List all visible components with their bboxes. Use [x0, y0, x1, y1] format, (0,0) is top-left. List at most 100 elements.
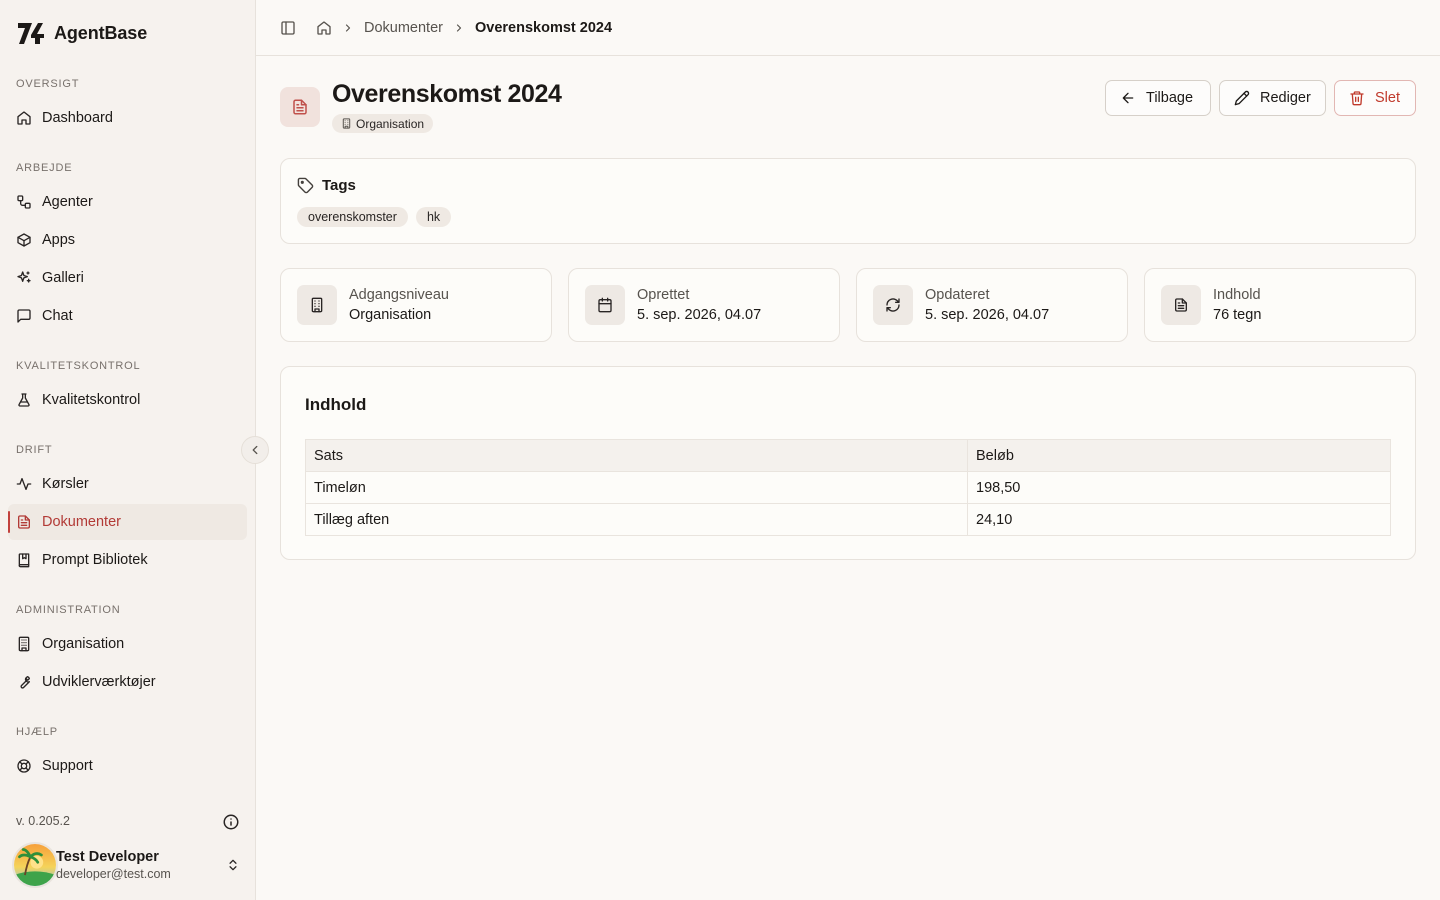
- content-card: Indhold Sats Beløb Timeløn 198,50 Tillæg…: [280, 366, 1416, 560]
- chevron-right-icon: [453, 22, 465, 34]
- file-text-icon: [16, 514, 32, 530]
- edit-button-label: Rediger: [1260, 90, 1311, 106]
- wrench-icon: [16, 674, 32, 690]
- back-button[interactable]: Tilbage: [1105, 80, 1211, 116]
- sidebar-item-organisation[interactable]: Organisation: [8, 626, 247, 662]
- brand[interactable]: AgentBase: [16, 20, 147, 46]
- sidebar-item-label: Organisation: [42, 636, 125, 652]
- sidebar-item-label: Prompt Bibliotek: [42, 552, 148, 568]
- panel-left-icon[interactable]: [280, 20, 296, 36]
- tag-icon: [297, 177, 314, 194]
- delete-button[interactable]: Slet: [1334, 80, 1416, 116]
- back-button-label: Tilbage: [1146, 90, 1194, 106]
- trash-icon: [1349, 90, 1365, 106]
- stat-card-oprettet: Oprettet 5. sep. 2026, 04.07: [568, 268, 840, 342]
- breadcrumb: Dokumenter Overenskomst 2024: [316, 20, 612, 36]
- content-table: Sats Beløb Timeløn 198,50 Tillæg aften 2…: [305, 439, 1391, 536]
- user-name: Test Developer: [56, 849, 159, 865]
- stat-card-adgangsniveau: Adgangsniveau Organisation: [280, 268, 552, 342]
- tags-heading-label: Tags: [322, 177, 356, 194]
- table-header-row: Sats Beløb: [305, 439, 1391, 472]
- table-row: Tillæg aften 24,10: [305, 503, 1391, 536]
- section-label-oversigt: OVERSIGT: [16, 78, 80, 90]
- table-cell: Timeløn: [305, 471, 968, 504]
- agentbase-logo-icon: [16, 20, 46, 46]
- sidebar-item-apps[interactable]: Apps: [8, 222, 247, 258]
- box-icon: [16, 232, 32, 248]
- sidebar-item-label: Support: [42, 758, 93, 774]
- content-heading: Indhold: [305, 395, 367, 414]
- info-icon[interactable]: [222, 813, 240, 831]
- sparkles-icon: [16, 270, 32, 286]
- sidebar-item-galleri[interactable]: Galleri: [8, 260, 247, 296]
- stat-value: 76 tegn: [1213, 307, 1262, 323]
- chevron-left-icon: [248, 443, 262, 457]
- sidebar-item-label: Kørsler: [42, 476, 89, 492]
- chevron-right-icon: [342, 22, 354, 34]
- document-icon-box: [280, 87, 320, 127]
- sidebar: AgentBase OVERSIGT Dashboard ARBEJDE Age…: [0, 0, 256, 900]
- edit-button[interactable]: Rediger: [1219, 80, 1326, 116]
- sidebar-item-label: Dokumenter: [42, 514, 121, 530]
- sidebar-item-koersler[interactable]: Kørsler: [8, 466, 247, 502]
- stat-value: Organisation: [349, 307, 432, 323]
- table-row: Timeløn 198,50: [305, 471, 1391, 504]
- sidebar-item-agenter[interactable]: Agenter: [8, 184, 247, 220]
- brand-name: AgentBase: [54, 22, 148, 43]
- building-icon: [341, 118, 352, 129]
- book-icon: [16, 552, 32, 568]
- table-cell: Tillæg aften: [305, 503, 968, 536]
- user-info: Test Developer developer@test.com: [56, 848, 171, 882]
- sidebar-item-label: Agenter: [42, 194, 93, 210]
- tag-list: overenskomster hk: [297, 207, 452, 227]
- sidebar-item-dashboard[interactable]: Dashboard: [8, 100, 247, 136]
- breadcrumb-link-dokumenter[interactable]: Dokumenter: [364, 20, 443, 36]
- section-label-hjaelp: HJÆLP: [16, 726, 58, 738]
- life-buoy-icon: [16, 758, 32, 774]
- stat-value: 5. sep. 2026, 04.07: [925, 307, 1050, 323]
- workflow-icon: [16, 194, 32, 210]
- activity-icon: [16, 476, 32, 492]
- building-icon: [16, 636, 32, 652]
- sidebar-item-udviklervaerktoejer[interactable]: Udviklerværktøjer: [8, 664, 247, 700]
- section-label-kvalitetskontrol: KVALITETSKONTROL: [16, 360, 141, 372]
- access-badge: Organisation: [332, 114, 434, 133]
- column-header-beloeb: Beløb: [967, 439, 1391, 472]
- breadcrumb-current: Overenskomst 2024: [474, 19, 613, 36]
- stat-label: Adgangsniveau: [349, 287, 449, 303]
- stat-label: Opdateret: [925, 287, 990, 303]
- sidebar-item-kvalitetskontrol[interactable]: Kvalitetskontrol: [8, 382, 247, 418]
- home-icon: [16, 110, 32, 126]
- sidebar-item-label: Apps: [42, 232, 76, 248]
- tags-card: Tags overenskomster hk: [280, 158, 1416, 244]
- section-label-administration: ADMINISTRATION: [16, 604, 121, 616]
- stat-label: Oprettet: [637, 287, 690, 303]
- user-email: developer@test.com: [56, 867, 171, 881]
- sidebar-item-label: Dashboard: [42, 110, 113, 126]
- sidebar-item-chat[interactable]: Chat: [8, 298, 247, 334]
- section-label-drift: DRIFT: [16, 444, 53, 456]
- file-text-icon: [1161, 285, 1201, 325]
- access-badge-label: Organisation: [356, 116, 425, 131]
- tag-chip[interactable]: hk: [415, 207, 452, 227]
- building-icon: [297, 285, 337, 325]
- sidebar-collapse-button[interactable]: [241, 436, 269, 464]
- sidebar-item-dokumenter[interactable]: Dokumenter: [8, 504, 247, 540]
- sidebar-item-label: Chat: [42, 308, 73, 324]
- table-cell: 198,50: [967, 471, 1391, 504]
- chevrons-up-down-icon: [226, 858, 240, 872]
- section-label-arbejde: ARBEJDE: [16, 162, 73, 174]
- message-square-icon: [16, 308, 32, 324]
- sidebar-item-support[interactable]: Support: [8, 748, 247, 784]
- calendar-icon: [585, 285, 625, 325]
- sidebar-item-label: Kvalitetskontrol: [42, 392, 141, 408]
- user-menu[interactable]: Test Developer developer@test.com: [12, 841, 248, 889]
- sidebar-item-label: Galleri: [42, 270, 84, 286]
- column-header-sats: Sats: [305, 439, 968, 472]
- tag-chip[interactable]: overenskomster: [297, 207, 408, 227]
- stat-card-indhold: Indhold 76 tegn: [1144, 268, 1416, 342]
- stat-label: Indhold: [1213, 287, 1261, 303]
- home-icon[interactable]: [316, 20, 332, 36]
- sidebar-item-prompt-bibliotek[interactable]: Prompt Bibliotek: [8, 542, 247, 578]
- page-title: Overenskomst 2024: [332, 80, 562, 108]
